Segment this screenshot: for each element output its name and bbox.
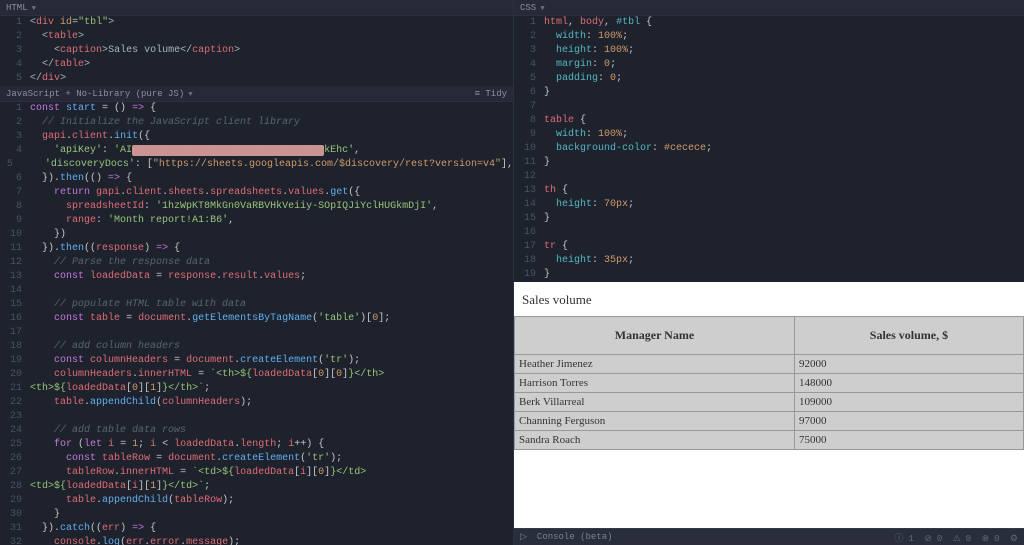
table-row: Heather Jimenez92000 <box>515 355 1024 374</box>
result-pane: Sales volume Manager Name Sales volume, … <box>514 282 1024 528</box>
table-header-row: Manager Name Sales volume, $ <box>515 317 1024 355</box>
redacted-api-key: xxxxxxxxxxxxxxxxxxxxxxxxxxxxxxxx <box>132 145 324 156</box>
html-panel-label[interactable]: HTML <box>6 3 36 13</box>
header-manager: Manager Name <box>515 317 795 355</box>
output-table: Manager Name Sales volume, $ Heather Jim… <box>514 316 1024 450</box>
table-row: Sandra Roach75000 <box>515 431 1024 450</box>
error-icon: ⊗ <box>982 534 990 544</box>
js-panel-label[interactable]: JavaScript + No-Library (pure JS) <box>6 89 193 99</box>
info-icon: ⓘ <box>894 534 903 544</box>
clear-icon[interactable]: ⊘ <box>924 534 932 544</box>
html-pane-header[interactable]: HTML <box>0 0 513 16</box>
css-editor[interactable]: 1html, body, #tbl { 2 width: 100%; 3 hei… <box>514 16 1024 282</box>
table-row: Harrison Torres148000 <box>515 374 1024 393</box>
console-label[interactable]: Console (beta) <box>537 532 613 542</box>
console-status-icons: ⓘ1 ⊘0 ⚠0 ⊗0 ⚙ <box>889 531 1018 544</box>
tidy-button[interactable]: Tidy <box>475 89 507 99</box>
table-row: Channing Ferguson97000 <box>515 412 1024 431</box>
run-icon[interactable]: ▷ <box>520 532 527 542</box>
css-panel-label[interactable]: CSS <box>520 3 545 13</box>
css-pane-header[interactable]: CSS <box>514 0 1024 16</box>
js-editor[interactable]: 1const start = () => { 2 // Initialize t… <box>0 102 513 545</box>
console-bar[interactable]: ▷ Console (beta) ⓘ1 ⊘0 ⚠0 ⊗0 ⚙ <box>514 528 1024 545</box>
html-editor[interactable]: 1<div id="tbl"> 2 <table> 3 <caption>Sal… <box>0 16 513 86</box>
js-pane-header[interactable]: JavaScript + No-Library (pure JS) Tidy <box>0 86 513 102</box>
output-caption: Sales volume <box>514 282 1024 316</box>
warning-icon: ⚠ <box>953 534 961 544</box>
table-row: Berk Villarreal109000 <box>515 393 1024 412</box>
settings-icon[interactable]: ⚙ <box>1010 534 1018 544</box>
header-volume: Sales volume, $ <box>794 317 1023 355</box>
